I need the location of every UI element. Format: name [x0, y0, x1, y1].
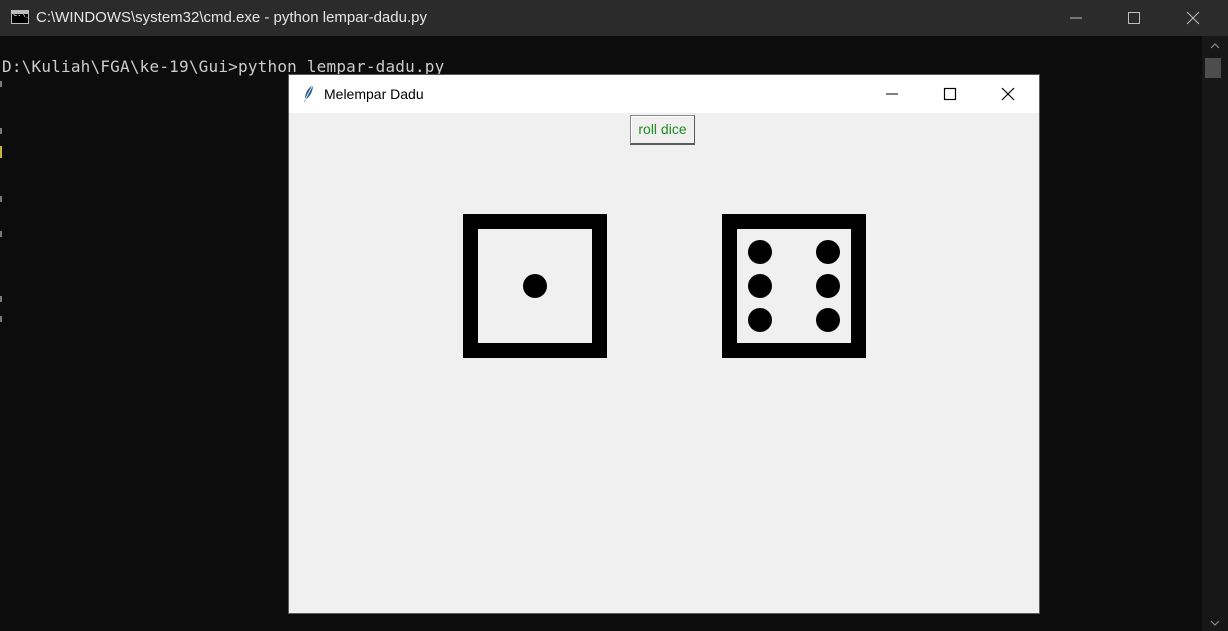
- cmd-maximize-button[interactable]: [1105, 0, 1163, 36]
- scroll-down-arrow-icon[interactable]: [1210, 619, 1220, 627]
- cmd-close-button[interactable]: [1164, 0, 1222, 36]
- tk-dice-window: Melempar Dadu roll dice: [289, 75, 1039, 613]
- close-icon: [1001, 87, 1015, 101]
- tk-close-button[interactable]: [979, 75, 1037, 113]
- console-margin-mark: [0, 316, 2, 322]
- die-face: [737, 229, 851, 343]
- tk-maximize-button[interactable]: [921, 75, 979, 113]
- minimize-icon: [1070, 17, 1082, 19]
- die-pip: [816, 274, 841, 298]
- cmd-minimize-button[interactable]: [1047, 0, 1105, 36]
- cmd-app-icon: C:\_: [11, 10, 29, 24]
- minimize-icon: [886, 93, 898, 95]
- console-margin-mark: [0, 128, 2, 134]
- cmd-vertical-scrollbar[interactable]: [1202, 36, 1228, 631]
- console-margin-mark: [0, 81, 2, 87]
- die-pip: [747, 274, 772, 298]
- tk-feather-icon: [304, 84, 314, 103]
- maximize-icon: [943, 87, 957, 101]
- maximize-icon: [1128, 12, 1140, 24]
- tk-titlebar[interactable]: Melempar Dadu: [289, 75, 1039, 113]
- roll-dice-button[interactable]: roll dice: [630, 115, 695, 145]
- console-margin-mark: [0, 231, 2, 237]
- scroll-up-arrow-icon[interactable]: [1210, 42, 1220, 50]
- tk-window-title: Melempar Dadu: [324, 86, 424, 102]
- console-command-line: D:\Kuliah\FGA\ke-19\Gui>python lempar-da…: [2, 57, 445, 76]
- scroll-thumb[interactable]: [1205, 58, 1221, 78]
- tk-minimize-button[interactable]: [863, 75, 921, 113]
- die-pip: [816, 308, 841, 333]
- die-pip: [816, 239, 841, 264]
- die-pip: [523, 274, 547, 298]
- console-margin-mark: [0, 296, 2, 302]
- die-pip: [747, 239, 772, 264]
- console-margin-mark: [0, 196, 2, 202]
- close-icon: [1186, 11, 1200, 25]
- die-right: [722, 214, 866, 358]
- die-left: [463, 214, 607, 358]
- cmd-window-title: C:\WINDOWS\system32\cmd.exe - python lem…: [36, 9, 427, 26]
- die-face: [478, 229, 592, 343]
- die-pip: [747, 308, 772, 333]
- console-margin-mark: [0, 146, 2, 158]
- cmd-titlebar[interactable]: C:\_ C:\WINDOWS\system32\cmd.exe - pytho…: [0, 0, 1228, 36]
